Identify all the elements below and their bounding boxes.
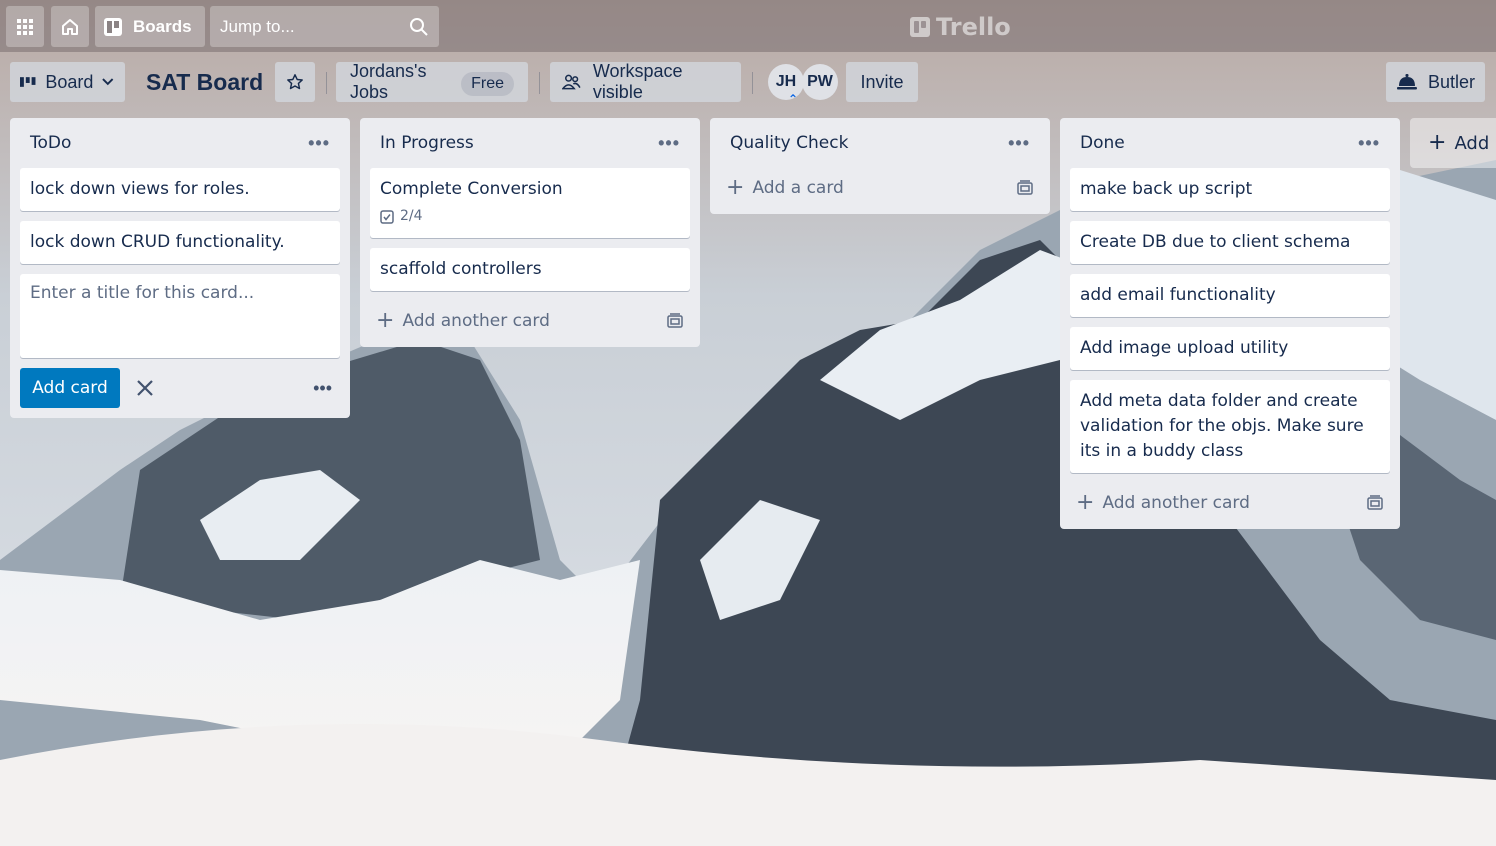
logo-text: Trello xyxy=(936,13,1011,41)
card[interactable]: add email functionality xyxy=(1070,274,1390,317)
invite-label: Invite xyxy=(860,71,904,92)
workspace-visibility-icon xyxy=(562,74,581,90)
card-template-icon[interactable] xyxy=(1366,495,1384,511)
card-composer xyxy=(20,274,340,358)
board-members: JH ⌃ PW xyxy=(768,64,838,106)
header-divider xyxy=(752,72,753,94)
card[interactable]: scaffold controllers xyxy=(370,248,690,291)
checklist-count: 2/4 xyxy=(400,208,423,224)
butler-bell-icon xyxy=(1396,74,1417,90)
list-menu-icon[interactable]: ••• xyxy=(308,133,330,154)
board-title[interactable]: SAT Board xyxy=(146,69,263,96)
checklist-icon xyxy=(380,209,394,224)
workspace-plan-badge: Free xyxy=(461,72,514,96)
add-list-button[interactable]: + Add another list xyxy=(1410,118,1496,168)
view-label: Board xyxy=(45,71,94,92)
list-header: Done ••• xyxy=(1060,118,1400,168)
card[interactable]: Create DB due to client schema xyxy=(1070,221,1390,264)
add-card-row[interactable]: + Add another card xyxy=(1070,483,1390,523)
plus-icon: + xyxy=(376,308,395,333)
header-divider xyxy=(326,72,327,94)
list-menu-icon[interactable]: ••• xyxy=(1008,133,1030,154)
grid-icon xyxy=(17,18,33,35)
plus-icon: + xyxy=(1428,130,1447,155)
member-avatar[interactable]: JH ⌃ xyxy=(768,64,804,106)
search-input[interactable] xyxy=(220,16,400,37)
boards-button[interactable]: Boards xyxy=(95,6,205,47)
jump-to-search[interactable] xyxy=(210,6,439,47)
card[interactable]: lock down CRUD functionality. xyxy=(20,221,340,264)
checklist-badge: 2/4 xyxy=(380,204,680,229)
card-template-icon[interactable] xyxy=(1016,180,1034,196)
list-todo: ToDo ••• lock down views for roles. lock… xyxy=(10,118,350,418)
star-board-button[interactable] xyxy=(275,62,315,102)
list-in-progress: In Progress ••• Complete Conversion 2/4 … xyxy=(360,118,700,347)
home-icon xyxy=(62,18,78,35)
butler-label: Butler xyxy=(1427,71,1475,92)
add-card-button[interactable]: Add card xyxy=(20,368,120,408)
boards-icon xyxy=(104,17,122,36)
add-card-label: Add another card xyxy=(402,311,550,331)
boards-label: Boards xyxy=(133,16,192,36)
list-header: ToDo ••• xyxy=(10,118,350,168)
star-icon xyxy=(287,74,303,90)
header-divider xyxy=(539,72,540,94)
card[interactable]: Add image upload utility xyxy=(1070,327,1390,370)
board-header: Board SAT Board Jordans's Jobs Free Work… xyxy=(0,52,1496,114)
plus-icon: + xyxy=(1076,490,1095,515)
list-title[interactable]: Done xyxy=(1080,133,1125,153)
list-done: Done ••• make back up script Create DB d… xyxy=(1060,118,1400,529)
home-button[interactable] xyxy=(51,6,89,47)
list-menu-icon[interactable]: ••• xyxy=(658,133,680,154)
add-list-label: Add another list xyxy=(1454,132,1496,154)
card[interactable]: make back up script xyxy=(1070,168,1390,211)
list-header: In Progress ••• xyxy=(360,118,700,168)
trello-logo[interactable]: Trello xyxy=(910,12,1011,42)
view-switcher-button[interactable]: Board xyxy=(10,62,125,102)
member-avatar[interactable]: PW xyxy=(802,64,838,100)
butler-button[interactable]: Butler xyxy=(1386,62,1485,102)
apps-switcher-button[interactable] xyxy=(6,6,44,47)
admin-chevron-icon: ⌃ xyxy=(788,92,799,106)
visibility-button[interactable]: Workspace visible xyxy=(550,61,741,102)
card[interactable]: Add meta data folder and create validati… xyxy=(1070,380,1390,473)
workspace-button[interactable]: Jordans's Jobs Free xyxy=(336,61,528,102)
search-icon xyxy=(410,17,428,36)
list-title[interactable]: In Progress xyxy=(380,133,474,153)
trello-logo-icon xyxy=(910,17,930,37)
visibility-label: Workspace visible xyxy=(592,61,683,102)
close-icon[interactable] xyxy=(134,377,156,399)
list-title[interactable]: ToDo xyxy=(30,133,71,153)
board-view-icon xyxy=(20,77,36,87)
card-title-input[interactable] xyxy=(30,283,330,343)
list-header: Quality Check ••• xyxy=(710,118,1050,168)
composer-more-icon[interactable]: ••• xyxy=(313,378,332,399)
chevron-down-icon xyxy=(102,78,114,86)
card[interactable]: Complete Conversion 2/4 xyxy=(370,168,690,238)
composer-controls: Add card ••• xyxy=(20,368,340,408)
invite-button[interactable]: Invite xyxy=(846,62,918,102)
add-card-row[interactable]: + Add a card xyxy=(720,168,1040,208)
list-menu-icon[interactable]: ••• xyxy=(1358,133,1380,154)
add-card-label: Add another card xyxy=(1102,493,1250,513)
list-title[interactable]: Quality Check xyxy=(730,133,848,153)
add-card-row[interactable]: + Add another card xyxy=(370,301,690,341)
workspace-name: Jordans's Jobs xyxy=(350,61,427,102)
card[interactable]: lock down views for roles. xyxy=(20,168,340,211)
add-card-label: Add a card xyxy=(752,178,844,198)
card-template-icon[interactable] xyxy=(666,313,684,329)
list-quality-check: Quality Check ••• + Add a card xyxy=(710,118,1050,214)
top-nav: Boards Trello xyxy=(0,0,1496,52)
plus-icon: + xyxy=(726,175,745,200)
